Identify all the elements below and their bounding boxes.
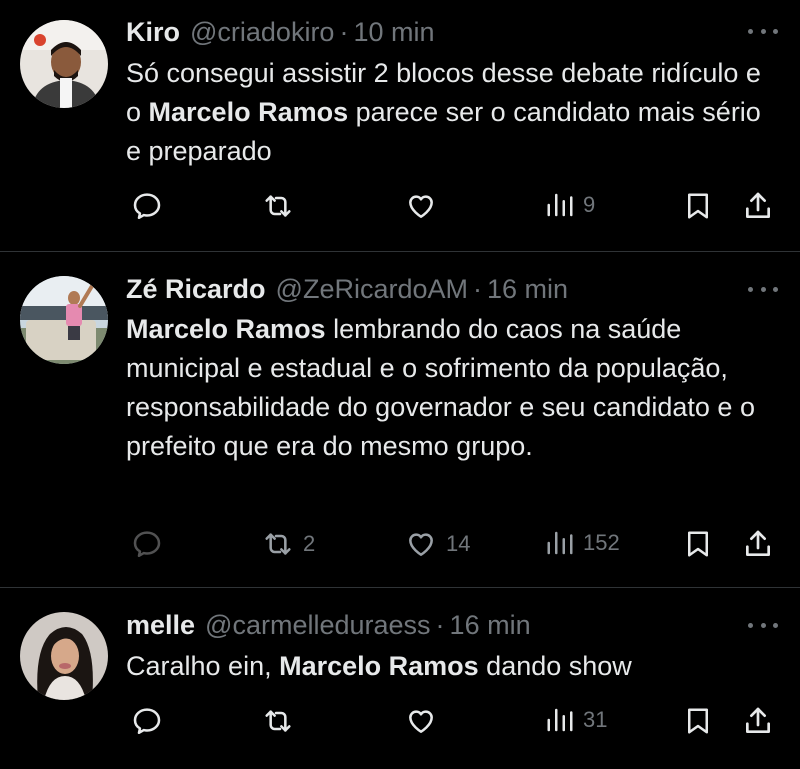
author-name[interactable]: Zé Ricardo — [126, 274, 266, 305]
mention-bold: Marcelo Ramos — [279, 651, 479, 681]
like-button[interactable] — [404, 190, 446, 222]
avatar[interactable] — [20, 20, 108, 108]
share-icon — [746, 707, 770, 733]
bookmark-button[interactable] — [683, 528, 713, 560]
separator-dot: · — [473, 273, 483, 304]
author-handle[interactable]: @carmelleduraess — [205, 610, 431, 641]
views-button[interactable]: 9 — [545, 190, 595, 220]
like-button[interactable] — [404, 705, 446, 737]
tweet-melle[interactable]: melle @carmelleduraess · 16 min Caralho … — [0, 588, 800, 769]
tweet-kiro[interactable]: Kiro @criadokiro · 10 min Só consegui as… — [0, 0, 800, 252]
share-icon — [746, 192, 770, 218]
views-count: 9 — [583, 192, 596, 217]
like-button[interactable]: 14 — [404, 528, 470, 560]
reply-button[interactable] — [131, 190, 171, 222]
bookmark-icon — [688, 531, 708, 557]
share-button[interactable] — [742, 190, 774, 222]
bookmark-button[interactable] — [683, 190, 713, 222]
avatar[interactable] — [20, 276, 108, 364]
tweet-header: melle @carmelleduraess · 16 min — [126, 607, 531, 643]
reply-icon — [133, 531, 161, 557]
tweet-text: Caralho ein, Marcelo Ramos dando show — [126, 647, 766, 686]
text-part: dando show — [478, 651, 632, 681]
like-count: 14 — [446, 531, 471, 556]
more-dots-icon[interactable] — [748, 282, 778, 296]
views-count: 152 — [583, 530, 620, 555]
reply-button[interactable] — [131, 705, 171, 737]
retweet-count: 2 — [303, 531, 316, 556]
author-name[interactable]: melle — [126, 610, 195, 641]
retweet-icon — [265, 533, 291, 555]
avatar[interactable] — [20, 612, 108, 700]
heart-icon — [409, 195, 433, 218]
views-icon — [547, 193, 573, 217]
bookmark-button[interactable] — [683, 705, 713, 737]
action-bar: 9 — [0, 186, 800, 226]
views-button[interactable]: 152 — [545, 528, 620, 558]
reply-button[interactable] — [131, 528, 171, 560]
views-icon — [547, 531, 573, 555]
text-part: Caralho ein, — [126, 651, 280, 681]
bookmark-icon — [688, 193, 708, 219]
separator-dot: · — [339, 16, 349, 47]
mention-bold: Marcelo Ramos — [126, 314, 326, 344]
timestamp[interactable]: 16 min — [487, 274, 568, 305]
bookmark-icon — [688, 708, 708, 734]
more-dots-icon[interactable] — [748, 618, 778, 632]
tweet-header: Kiro @criadokiro · 10 min — [126, 14, 435, 50]
tweet-text: Só consegui assistir 2 blocos desse deba… — [126, 54, 766, 171]
retweet-icon — [265, 195, 291, 217]
reply-icon — [133, 193, 161, 220]
tweet-ze-ricardo[interactable]: Zé Ricardo @ZeRicardoAM · 16 min Marcelo… — [0, 252, 800, 588]
views-button[interactable]: 31 — [545, 705, 607, 735]
share-button[interactable] — [742, 528, 774, 560]
heart-icon — [409, 710, 433, 733]
reply-icon — [133, 708, 161, 734]
action-bar: 2 14 152 — [0, 524, 800, 564]
share-button[interactable] — [742, 705, 774, 737]
timestamp[interactable]: 16 min — [450, 610, 531, 641]
mention-bold: Marcelo Ramos — [148, 97, 349, 127]
author-name[interactable]: Kiro — [126, 17, 180, 48]
share-icon — [746, 530, 770, 556]
views-icon — [547, 708, 573, 732]
retweet-button[interactable]: 2 — [261, 528, 315, 560]
author-handle[interactable]: @criadokiro — [190, 17, 334, 48]
tweet-header: Zé Ricardo @ZeRicardoAM · 16 min — [126, 271, 568, 307]
retweet-icon — [265, 710, 291, 732]
views-count: 31 — [583, 707, 608, 732]
separator-dot: · — [435, 609, 445, 640]
more-dots-icon[interactable] — [748, 24, 778, 38]
retweet-button[interactable] — [261, 705, 303, 737]
retweet-button[interactable] — [261, 190, 303, 222]
heart-icon — [409, 533, 433, 556]
author-handle[interactable]: @ZeRicardoAM — [276, 274, 468, 305]
timestamp[interactable]: 10 min — [353, 17, 434, 48]
tweet-text: Marcelo Ramos lembrando do caos na saúde… — [126, 310, 766, 466]
action-bar: 31 — [0, 701, 800, 741]
